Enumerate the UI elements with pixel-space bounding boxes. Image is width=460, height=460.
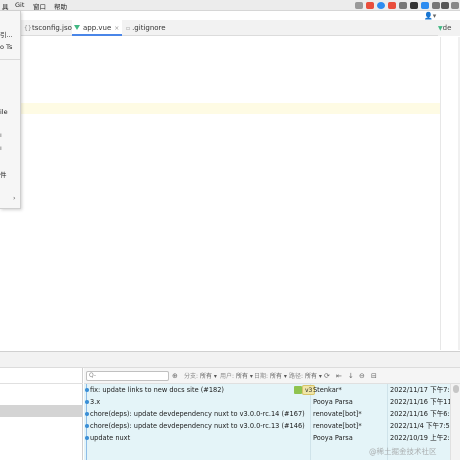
- tab-overflow-label: de: [442, 24, 452, 32]
- filter-key: 用户:: [220, 373, 235, 380]
- collapse-icon[interactable]: ⊟: [371, 371, 377, 381]
- user-icon[interactable]: 👤▾: [424, 12, 436, 20]
- context-menu-item[interactable]: o Ts: [0, 43, 12, 51]
- toolbar-right: 👤▾: [410, 11, 460, 20]
- refresh-icon[interactable]: ⟳: [324, 371, 330, 381]
- code-editor[interactable]: [20, 37, 460, 350]
- scrollbar-thumb[interactable]: [453, 385, 459, 393]
- filter-key: 日期:: [254, 373, 269, 380]
- commit-message: 3.x: [90, 398, 101, 406]
- filter-value: 所有: [199, 373, 212, 380]
- commit-message: update nuxt: [90, 434, 131, 442]
- panel-divider: [0, 383, 83, 384]
- commit-message: fix: update links to new docs site (#182…: [90, 386, 224, 394]
- context-menu-bullet: ı: [0, 131, 2, 139]
- tab-overflow[interactable]: ▼de: [438, 20, 460, 36]
- commit-date: 2022/11/17 下午7:24: [390, 386, 459, 394]
- chevron-right-icon: ›: [13, 194, 16, 202]
- control-center-icon[interactable]: [451, 2, 459, 9]
- commit-dot: [85, 400, 89, 404]
- filter-date[interactable]: 日期: 所有 ▾: [254, 372, 287, 381]
- context-menu: 引... o Ts ile ı ı 件 ›: [0, 11, 21, 209]
- tab-label: tsconfig.json: [32, 24, 77, 32]
- tray-app-icon[interactable]: [366, 2, 374, 9]
- commit-date: 2022/11/4 下午7:58: [390, 422, 454, 430]
- tab-label: .gitignore: [132, 24, 166, 32]
- tab-gitignore[interactable]: ▫ .gitignore: [124, 20, 180, 36]
- close-icon[interactable]: ×: [114, 25, 119, 32]
- watermark: @稀土掘金技术社区: [369, 447, 437, 456]
- arrow-down-icon[interactable]: ↓: [348, 371, 354, 381]
- commit-date: 2022/10/19 上午2:50: [390, 434, 459, 442]
- context-menu-bullet: ı: [0, 144, 2, 152]
- log-search-input[interactable]: Q-: [86, 371, 169, 381]
- filter-path[interactable]: 路径: 所有 ▾: [289, 372, 322, 381]
- cherry-pick-icon[interactable]: ⇤: [336, 371, 342, 381]
- menu-item-help[interactable]: 帮助: [54, 1, 67, 11]
- vue-icon: [74, 25, 80, 30]
- commit-date: 2022/11/16 下午6:04: [390, 410, 459, 418]
- menubar: 具 Git 窗口 帮助: [0, 0, 460, 11]
- commit-author: Pooya Parsa: [313, 398, 353, 406]
- commit-dot: [85, 388, 89, 392]
- commit-dot: [85, 436, 89, 440]
- tray-app-icon[interactable]: [388, 2, 396, 9]
- file-icon: ▫: [126, 25, 131, 32]
- commit-author: renovate[bot]*: [313, 422, 362, 430]
- filter-branch[interactable]: 分支: 所有 ▾: [184, 372, 217, 381]
- tab-tsconfig[interactable]: {}tsconfig.json×: [20, 20, 84, 36]
- filter-key: 分支:: [184, 373, 199, 380]
- context-menu-item[interactable]: ile: [0, 108, 8, 116]
- commit-dot: [85, 424, 89, 428]
- bottom-panel-header: [0, 351, 460, 368]
- menu-item-window[interactable]: 窗口: [33, 1, 46, 11]
- editor-tabbar: {}tsconfig.json× app.vue× ▫.gitignore ▼d…: [20, 20, 460, 36]
- tray-app-icon[interactable]: [355, 2, 363, 9]
- commit-author: Stenkar*: [313, 386, 342, 394]
- branch-row-selected[interactable]: [0, 405, 83, 417]
- highlight-icon[interactable]: ⊖: [359, 371, 365, 381]
- wifi-icon[interactable]: [441, 2, 449, 9]
- context-menu-item[interactable]: 引...: [0, 29, 13, 39]
- filter-value: 所有: [269, 373, 282, 380]
- tab-app-vue[interactable]: app.vue ×: [72, 20, 122, 36]
- status-tray: [355, 1, 460, 10]
- tab-label: app.vue: [83, 24, 112, 32]
- commit-message: chore(deps): update devdependency nuxt t…: [90, 422, 305, 430]
- filter-key: 路径:: [289, 373, 304, 380]
- commit-row[interactable]: chore(deps): update devdependency nuxt t…: [84, 420, 454, 432]
- tray-app-icon[interactable]: [432, 2, 440, 9]
- tray-app-icon[interactable]: [399, 2, 407, 9]
- tray-app-icon[interactable]: [421, 2, 429, 9]
- right-margin-guide: [440, 37, 441, 350]
- commit-list-scrollbar[interactable]: [450, 384, 460, 460]
- json-file-icon: {}: [24, 25, 32, 32]
- git-log-toolbar: Q- ⊕ 分支: 所有 ▾ 用户: 所有 ▾ 日期: 所有 ▾ 路径: 所有 ▾…: [84, 368, 460, 384]
- filter-user[interactable]: 用户: 所有 ▾: [220, 372, 253, 381]
- menu-divider: [0, 59, 20, 60]
- tag-icon: [294, 386, 302, 394]
- context-menu-item[interactable]: 件: [0, 169, 7, 179]
- tray-app-icon[interactable]: [410, 2, 418, 9]
- commit-message: chore(deps): update devdependency nuxt t…: [90, 410, 305, 418]
- current-line-highlight: [20, 103, 440, 114]
- commit-row[interactable]: update nuxt Pooya Parsa 2022/10/19 上午2:5…: [84, 432, 458, 444]
- tray-app-icon[interactable]: [377, 2, 385, 9]
- commit-author: Pooya Parsa: [313, 434, 353, 442]
- commit-row[interactable]: fix: update links to new docs site (#182…: [84, 384, 458, 396]
- commit-dot: [85, 412, 89, 416]
- commit-author: renovate[bot]*: [313, 410, 362, 418]
- git-branches-panel: [0, 368, 83, 460]
- filter-value: 所有: [304, 373, 317, 380]
- project-panel-fragment: [0, 210, 20, 350]
- commit-row[interactable]: 3.x Pooya Parsa 2022/11/16 下午11:07: [84, 396, 460, 408]
- commit-row[interactable]: chore(deps): update devdependency nuxt t…: [84, 408, 458, 420]
- regex-icon[interactable]: ⊕: [172, 371, 178, 381]
- menu-item-tools[interactable]: 具: [2, 1, 9, 11]
- filter-value: 所有: [235, 373, 248, 380]
- menu-item-git[interactable]: Git: [15, 1, 24, 9]
